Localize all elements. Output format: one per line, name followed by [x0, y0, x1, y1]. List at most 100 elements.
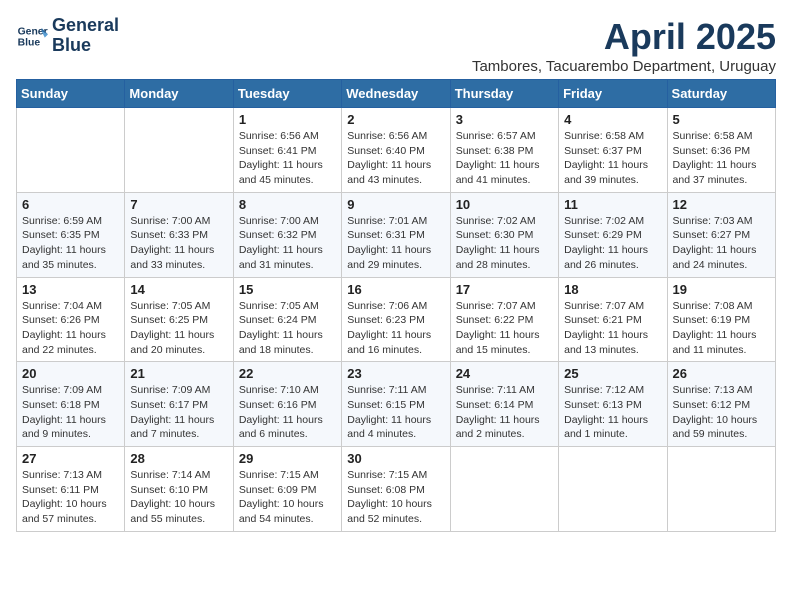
day-number: 21: [130, 366, 227, 381]
day-info: Sunrise: 7:10 AM Sunset: 6:16 PM Dayligh…: [239, 383, 336, 442]
calendar-cell: 8 Sunrise: 7:00 AM Sunset: 6:32 PM Daylig…: [233, 192, 341, 277]
calendar-cell: 26 Sunrise: 7:13 AM Sunset: 6:12 PM Dayli…: [667, 362, 775, 447]
logo-icon: General Blue: [16, 20, 48, 52]
day-info: Sunrise: 7:15 AM Sunset: 6:08 PM Dayligh…: [347, 468, 444, 527]
calendar-cell: 23 Sunrise: 7:11 AM Sunset: 6:15 PM Dayli…: [342, 362, 450, 447]
day-number: 3: [456, 112, 553, 127]
svg-text:Blue: Blue: [18, 37, 41, 48]
day-info: Sunrise: 6:58 AM Sunset: 6:37 PM Dayligh…: [564, 129, 661, 188]
month-title: April 2025: [472, 16, 776, 58]
calendar-cell: 10 Sunrise: 7:02 AM Sunset: 6:30 PM Dayli…: [450, 192, 558, 277]
calendar-cell: 2 Sunrise: 6:56 AM Sunset: 6:40 PM Daylig…: [342, 108, 450, 193]
day-number: 9: [347, 197, 444, 212]
day-number: 15: [239, 282, 336, 297]
calendar-cell: 25Sunrise: 7:12 AM Sunset: 6:13 PM Dayli…: [559, 362, 667, 447]
calendar-cell: 15 Sunrise: 7:05 AM Sunset: 6:24 PM Dayli…: [233, 277, 341, 362]
calendar-week-2: 6Sunrise: 6:59 AM Sunset: 6:35 PM Daylig…: [17, 192, 776, 277]
day-info: Sunrise: 7:15 AM Sunset: 6:09 PM Dayligh…: [239, 468, 336, 527]
calendar-cell: [17, 108, 125, 193]
day-info: Sunrise: 7:00 AM Sunset: 6:33 PM Dayligh…: [130, 214, 227, 273]
day-number: 29: [239, 451, 336, 466]
day-info: Sunrise: 7:02 AM Sunset: 6:30 PM Dayligh…: [456, 214, 553, 273]
calendar-week-4: 20 Sunrise: 7:09 AM Sunset: 6:18 PM Dayli…: [17, 362, 776, 447]
day-number: 24: [456, 366, 553, 381]
calendar-cell: 4Sunrise: 6:58 AM Sunset: 6:37 PM Daylig…: [559, 108, 667, 193]
day-number: 26: [673, 366, 770, 381]
calendar-cell: 9 Sunrise: 7:01 AM Sunset: 6:31 PM Daylig…: [342, 192, 450, 277]
day-number: 5: [673, 112, 770, 127]
logo-text-line2: Blue: [52, 36, 119, 56]
header-monday: Monday: [125, 80, 233, 108]
day-number: 19: [673, 282, 770, 297]
calendar-cell: 17 Sunrise: 7:07 AM Sunset: 6:22 PM Dayli…: [450, 277, 558, 362]
day-number: 27: [22, 451, 119, 466]
calendar-cell: 5 Sunrise: 6:58 AM Sunset: 6:36 PM Daylig…: [667, 108, 775, 193]
calendar-cell: 29 Sunrise: 7:15 AM Sunset: 6:09 PM Dayli…: [233, 447, 341, 532]
day-number: 1: [239, 112, 336, 127]
logo: General Blue General Blue: [16, 16, 119, 56]
day-number: 16: [347, 282, 444, 297]
day-number: 8: [239, 197, 336, 212]
day-info: Sunrise: 7:13 AM Sunset: 6:12 PM Dayligh…: [673, 383, 770, 442]
day-info: Sunrise: 7:11 AM Sunset: 6:14 PM Dayligh…: [456, 383, 553, 442]
day-number: 30: [347, 451, 444, 466]
day-info: Sunrise: 7:06 AM Sunset: 6:23 PM Dayligh…: [347, 299, 444, 358]
day-info: Sunrise: 7:11 AM Sunset: 6:15 PM Dayligh…: [347, 383, 444, 442]
day-number: 6: [22, 197, 119, 212]
day-info: Sunrise: 6:58 AM Sunset: 6:36 PM Dayligh…: [673, 129, 770, 188]
day-number: 20: [22, 366, 119, 381]
calendar-cell: 13 Sunrise: 7:04 AM Sunset: 6:26 PM Dayli…: [17, 277, 125, 362]
day-info: Sunrise: 6:57 AM Sunset: 6:38 PM Dayligh…: [456, 129, 553, 188]
day-number: 11: [564, 197, 661, 212]
day-info: Sunrise: 7:02 AM Sunset: 6:29 PM Dayligh…: [564, 214, 661, 273]
calendar-cell: 11 Sunrise: 7:02 AM Sunset: 6:29 PM Dayli…: [559, 192, 667, 277]
day-info: Sunrise: 7:00 AM Sunset: 6:32 PM Dayligh…: [239, 214, 336, 273]
calendar-cell: 18 Sunrise: 7:07 AM Sunset: 6:21 PM Dayli…: [559, 277, 667, 362]
day-number: 12: [673, 197, 770, 212]
day-number: 2: [347, 112, 444, 127]
day-info: Sunrise: 7:05 AM Sunset: 6:25 PM Dayligh…: [130, 299, 227, 358]
calendar-cell: 30 Sunrise: 7:15 AM Sunset: 6:08 PM Dayli…: [342, 447, 450, 532]
day-info: Sunrise: 6:56 AM Sunset: 6:40 PM Dayligh…: [347, 129, 444, 188]
calendar-cell: [450, 447, 558, 532]
header-sunday: Sunday: [17, 80, 125, 108]
calendar-cell: 19Sunrise: 7:08 AM Sunset: 6:19 PM Dayli…: [667, 277, 775, 362]
day-number: 23: [347, 366, 444, 381]
calendar-cell: 28Sunrise: 7:14 AM Sunset: 6:10 PM Dayli…: [125, 447, 233, 532]
calendar-cell: 16 Sunrise: 7:06 AM Sunset: 6:23 PM Dayli…: [342, 277, 450, 362]
day-info: Sunrise: 7:01 AM Sunset: 6:31 PM Dayligh…: [347, 214, 444, 273]
day-number: 7: [130, 197, 227, 212]
day-info: Sunrise: 7:07 AM Sunset: 6:22 PM Dayligh…: [456, 299, 553, 358]
day-info: Sunrise: 7:04 AM Sunset: 6:26 PM Dayligh…: [22, 299, 119, 358]
calendar-cell: 7 Sunrise: 7:00 AM Sunset: 6:33 PM Daylig…: [125, 192, 233, 277]
day-info: Sunrise: 7:05 AM Sunset: 6:24 PM Dayligh…: [239, 299, 336, 358]
calendar-cell: [559, 447, 667, 532]
logo-text-line1: General: [52, 16, 119, 36]
calendar-week-3: 13 Sunrise: 7:04 AM Sunset: 6:26 PM Dayli…: [17, 277, 776, 362]
day-number: 28: [130, 451, 227, 466]
calendar-cell: 3 Sunrise: 6:57 AM Sunset: 6:38 PM Daylig…: [450, 108, 558, 193]
day-info: Sunrise: 7:09 AM Sunset: 6:18 PM Dayligh…: [22, 383, 119, 442]
calendar-cell: 12Sunrise: 7:03 AM Sunset: 6:27 PM Dayli…: [667, 192, 775, 277]
calendar-week-1: 1Sunrise: 6:56 AM Sunset: 6:41 PM Daylig…: [17, 108, 776, 193]
header-wednesday: Wednesday: [342, 80, 450, 108]
calendar-cell: 20 Sunrise: 7:09 AM Sunset: 6:18 PM Dayli…: [17, 362, 125, 447]
calendar-table: SundayMondayTuesdayWednesdayThursdayFrid…: [16, 79, 776, 532]
day-number: 25: [564, 366, 661, 381]
header-tuesday: Tuesday: [233, 80, 341, 108]
day-number: 17: [456, 282, 553, 297]
calendar-cell: 22Sunrise: 7:10 AM Sunset: 6:16 PM Dayli…: [233, 362, 341, 447]
day-number: 10: [456, 197, 553, 212]
calendar-cell: 27 Sunrise: 7:13 AM Sunset: 6:11 PM Dayli…: [17, 447, 125, 532]
calendar-cell: 1Sunrise: 6:56 AM Sunset: 6:41 PM Daylig…: [233, 108, 341, 193]
calendar-header-row: SundayMondayTuesdayWednesdayThursdayFrid…: [17, 80, 776, 108]
day-info: Sunrise: 7:13 AM Sunset: 6:11 PM Dayligh…: [22, 468, 119, 527]
calendar-cell: 6Sunrise: 6:59 AM Sunset: 6:35 PM Daylig…: [17, 192, 125, 277]
calendar-cell: 21 Sunrise: 7:09 AM Sunset: 6:17 PM Dayli…: [125, 362, 233, 447]
day-number: 13: [22, 282, 119, 297]
day-info: Sunrise: 7:07 AM Sunset: 6:21 PM Dayligh…: [564, 299, 661, 358]
calendar-cell: 14Sunrise: 7:05 AM Sunset: 6:25 PM Dayli…: [125, 277, 233, 362]
day-info: Sunrise: 7:09 AM Sunset: 6:17 PM Dayligh…: [130, 383, 227, 442]
calendar-week-5: 27 Sunrise: 7:13 AM Sunset: 6:11 PM Dayli…: [17, 447, 776, 532]
day-number: 18: [564, 282, 661, 297]
